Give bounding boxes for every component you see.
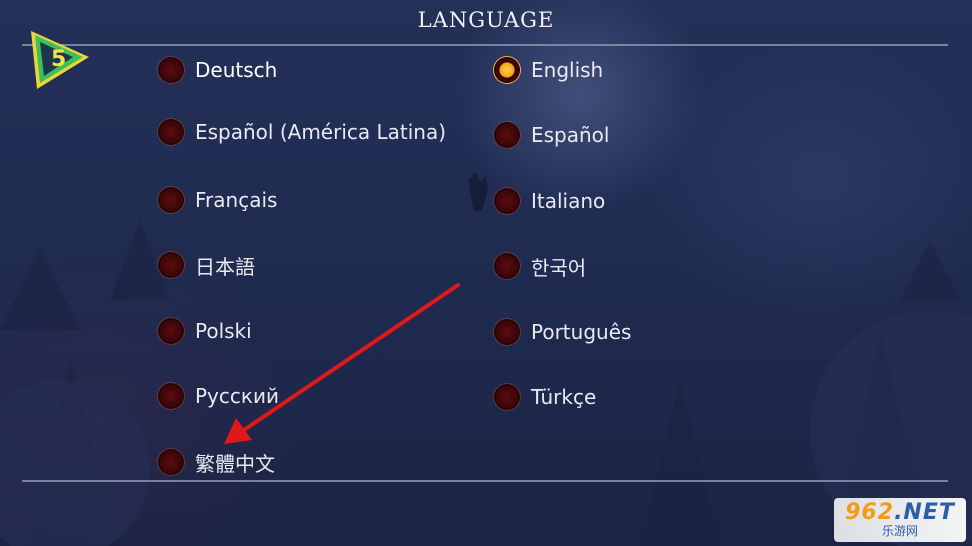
radio-icon [160,451,182,473]
watermark-main: 962.NET [845,500,955,525]
language-option-espanol[interactable]: Español [496,119,609,151]
radio-icon [496,124,518,146]
back-badge[interactable]: 5 [27,27,93,93]
language-label: English [531,58,604,82]
radio-icon [496,321,518,343]
language-label: Español (América Latina) [195,120,447,144]
badge-icon: 5 [31,31,89,89]
language-label: Türkçe [531,385,597,409]
language-option-deutsch[interactable]: Deutsch [153,52,478,86]
radio-icon [496,255,518,277]
language-label: Deutsch [195,58,278,82]
radio-icon [496,386,518,408]
radio-icon [160,254,182,276]
language-label: Français [195,188,278,212]
badge-number: 5 [51,47,66,72]
radio-icon [160,121,182,143]
radio-icon [160,189,182,211]
watermark-logo: 962.NET 乐游网 [834,498,966,542]
language-label: 繁體中文 [195,451,275,476]
language-option-traditional-chinese[interactable]: 繁體中文 [160,446,275,478]
language-option-korean[interactable]: 한국어 [496,250,586,282]
radio-icon [496,190,518,212]
language-label: Polski [195,319,252,343]
background-scenery [0,172,972,546]
language-label: 日本語 [195,254,255,279]
language-option-english[interactable]: English [496,54,603,86]
language-label: Italiano [531,189,606,213]
bottom-divider [22,480,948,482]
radio-icon [160,59,182,81]
language-option-italiano[interactable]: Italiano [496,185,605,217]
language-option-turkce[interactable]: Türkçe [496,381,596,413]
language-label: Português [531,320,632,344]
radio-icon [160,385,182,407]
language-option-japanese[interactable]: 日本語 [160,249,255,281]
language-label: Español [531,123,610,147]
watermark-sub: 乐游网 [881,524,918,538]
language-label: 한국어 [531,255,587,280]
top-divider [22,44,948,46]
language-option-russian[interactable]: Русский [160,380,279,412]
page-title: LANGUAGE [417,8,555,32]
language-option-francais[interactable]: Français [160,184,277,216]
language-option-portugues[interactable]: Português [496,316,631,348]
radio-icon [160,320,182,342]
language-option-espanol-latam[interactable]: Español (América Latina) [160,116,446,148]
language-option-polski[interactable]: Polski [160,315,252,347]
language-label: Русский [195,384,279,408]
radio-selected-icon [496,59,518,81]
